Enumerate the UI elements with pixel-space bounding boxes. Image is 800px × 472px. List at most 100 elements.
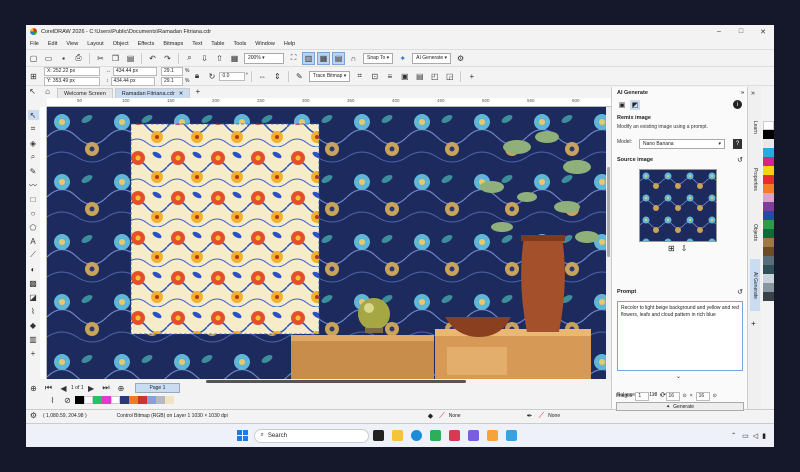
color-swatch[interactable] (111, 396, 120, 404)
tray-chevron-icon[interactable]: ⌃ (731, 432, 736, 439)
redo-icon[interactable]: ↷ (161, 52, 174, 65)
palette-swatch[interactable] (763, 211, 774, 220)
snap-to-select[interactable]: Snap To ▾ (363, 52, 394, 64)
tab-welcome-screen[interactable]: Welcome Screen (57, 88, 113, 98)
blend-tool-icon[interactable]: ◐ (28, 264, 39, 274)
color-swatch[interactable] (75, 396, 84, 404)
show-guidelines-icon[interactable]: ▤ (332, 51, 345, 65)
menu-help[interactable]: Help (284, 41, 295, 47)
freehand-tool-icon[interactable]: ✎ (28, 166, 39, 176)
minimize-button[interactable]: – (708, 25, 730, 38)
home-icon[interactable]: ⌂ (41, 85, 54, 98)
open-folder-icon[interactable]: ▭ (42, 52, 55, 65)
wrap-text-icon[interactable]: ≡ (383, 70, 396, 83)
settings-icon[interactable]: ⚙ (27, 409, 40, 422)
palette-swatch[interactable] (763, 274, 774, 283)
search-icon[interactable]: ⌕ (183, 52, 196, 65)
palette-swatch[interactable] (763, 238, 774, 247)
mirror-vertical-icon[interactable]: ⇕ (271, 70, 284, 83)
app-icon[interactable] (448, 430, 460, 441)
new-document-icon[interactable]: ▢ (27, 52, 40, 65)
taskbar-search[interactable]: ⌕ Search (253, 428, 369, 443)
pointer-icon[interactable]: ↖ (26, 85, 39, 98)
palette-swatch[interactable] (763, 157, 774, 166)
close-button[interactable]: ✕ (752, 25, 774, 38)
remix-image-icon[interactable]: ◩ (630, 100, 640, 110)
height-field[interactable]: 434.44 px (110, 76, 155, 86)
task-view-icon[interactable] (372, 430, 384, 441)
select-image-icon[interactable]: ⊞ (668, 244, 675, 253)
ellipse-tool-icon[interactable]: ○ (28, 208, 39, 218)
battery-icon[interactable]: ▮ (762, 432, 766, 440)
resample-icon[interactable]: ⊡ (368, 70, 381, 83)
app-icon[interactable] (486, 430, 498, 441)
app-icon[interactable] (505, 430, 517, 441)
bring-front-icon[interactable]: ◰ (428, 70, 441, 83)
settings-gear-icon[interactable]: ⚙ (454, 52, 467, 65)
send-back-icon[interactable]: ◲ (443, 70, 456, 83)
docker-options-icon[interactable]: » (751, 90, 755, 97)
shadow-tool-icon[interactable]: ◪ (28, 292, 39, 302)
menu-text[interactable]: Text (192, 41, 202, 47)
menu-window[interactable]: Window (255, 41, 275, 47)
images-count-field[interactable]: 1 (635, 391, 650, 401)
volume-icon[interactable]: ◁ (753, 432, 758, 440)
palette-swatch[interactable] (763, 292, 774, 301)
expand-chevron-icon[interactable]: ⌄ (676, 373, 681, 380)
help-icon[interactable]: ? (733, 139, 742, 149)
connector-tool-icon[interactable]: ⟋ (28, 250, 39, 260)
width-field[interactable]: 434.44 px (113, 66, 157, 76)
scale-y-field[interactable]: 29.1 (161, 76, 183, 86)
coreldraw-taskbar-icon[interactable] (429, 430, 441, 441)
menu-bitmaps[interactable]: Bitmaps (163, 41, 183, 47)
polygon-tool-icon[interactable]: ⬠ (28, 222, 39, 232)
palette-swatch[interactable] (763, 202, 774, 211)
color-swatch[interactable] (147, 396, 156, 404)
menu-file[interactable]: File (30, 41, 39, 47)
undo-icon[interactable]: ↶ (146, 52, 159, 65)
menu-table[interactable]: Table (211, 41, 224, 47)
pick-tool-icon[interactable]: ↖ (27, 110, 39, 120)
width-stepper-icon[interactable]: ⊙ (683, 393, 687, 399)
smart-fill-icon[interactable]: ▥ (28, 334, 39, 344)
tab-document[interactable]: Ramadan Fitriana.cdr ✕ (114, 88, 191, 98)
side-tab-properties[interactable]: Properties (750, 155, 760, 203)
rectangle-tool-icon[interactable]: □ (28, 194, 39, 204)
height-count-field[interactable]: 16 (695, 391, 710, 401)
palette-swatch[interactable] (763, 121, 774, 130)
reset-prompt-icon[interactable]: ↺ (737, 288, 743, 296)
color-swatch[interactable] (93, 396, 102, 404)
add-page-end-icon[interactable]: ⊕ (115, 382, 128, 395)
palette-swatch[interactable] (763, 184, 774, 193)
ai-generate-select[interactable]: AI Generate ▾ (412, 52, 452, 64)
network-icon[interactable]: ▭ (742, 432, 749, 440)
zoom-level-select[interactable]: 200% ▾ (244, 52, 284, 64)
new-tab-icon[interactable]: + (191, 85, 204, 98)
last-page-icon[interactable]: ⏭ (100, 382, 113, 395)
crop-icon[interactable]: ⌗ (353, 70, 366, 83)
palette-swatch[interactable] (763, 193, 774, 202)
rotate-icon[interactable]: ↻ (205, 70, 218, 83)
color-swatch[interactable] (84, 396, 93, 404)
add-tool-icon[interactable]: + (28, 348, 39, 358)
edit-bitmap-icon[interactable]: ✎ (293, 70, 306, 83)
info-icon[interactable]: i (733, 100, 742, 109)
x-position-field[interactable]: X: 252.22 px (44, 66, 100, 76)
next-page-icon[interactable]: ▶ (85, 382, 98, 395)
panel-close-icon[interactable]: » (741, 90, 744, 96)
palette-swatch[interactable] (763, 229, 774, 238)
show-rulers-icon[interactable]: ▥ (302, 51, 315, 65)
text-tool-icon[interactable]: A (28, 236, 39, 246)
no-color-icon[interactable]: ⊘ (61, 394, 74, 407)
maximize-button[interactable]: □ (730, 25, 752, 38)
import-image-icon[interactable]: ⇩ (681, 244, 688, 253)
width-count-field[interactable]: 16 (665, 391, 680, 401)
palette-swatch[interactable] (763, 175, 774, 184)
scroll-thumb[interactable] (607, 167, 610, 257)
app-icon[interactable] (467, 430, 479, 441)
palette-swatch[interactable] (763, 139, 774, 148)
menu-edit[interactable]: Edit (48, 41, 57, 47)
palette-swatch[interactable] (763, 166, 774, 175)
show-grid-icon[interactable]: ▦ (317, 51, 330, 65)
fill-tool-icon[interactable]: ◆ (28, 320, 39, 330)
